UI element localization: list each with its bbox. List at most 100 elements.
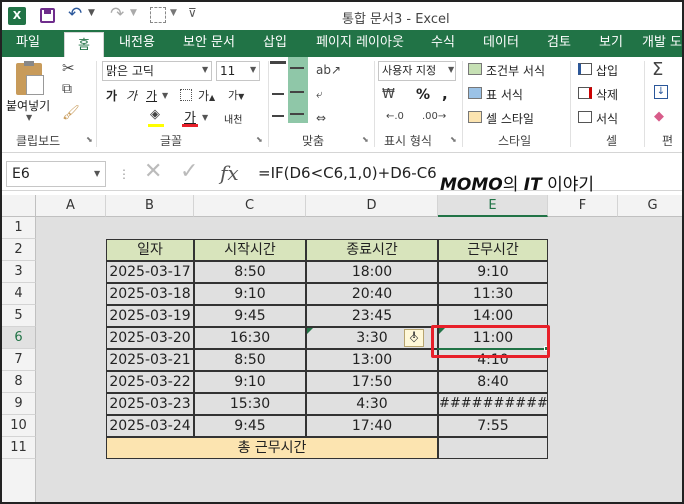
indent-icon[interactable]: [272, 115, 284, 117]
percent-button[interactable]: %: [416, 87, 430, 103]
table-cell[interactable]: 2025-03-21: [106, 349, 194, 371]
table-cell[interactable]: 2025-03-17: [106, 261, 194, 283]
conditional-format-icon[interactable]: [468, 63, 482, 75]
column-header-e[interactable]: E: [438, 195, 548, 217]
fill-color-icon[interactable]: ◈: [150, 107, 160, 122]
table-cell[interactable]: 8:40: [438, 371, 548, 393]
alignment-launcher-icon[interactable]: ⬊: [362, 135, 369, 144]
row-header-4[interactable]: 4: [2, 283, 36, 305]
table-cell[interactable]: 9:10: [438, 261, 548, 283]
table-cell[interactable]: 4:30: [306, 393, 438, 415]
currency-icon[interactable]: ₩: [382, 87, 395, 102]
row-header-10[interactable]: 10: [2, 415, 36, 437]
table-cell[interactable]: 2025-03-18: [106, 283, 194, 305]
row-header-5[interactable]: 5: [2, 305, 36, 327]
table-cell[interactable]: 8:50: [194, 261, 306, 283]
save-icon[interactable]: [40, 8, 55, 23]
insert-cells-button[interactable]: 삽입: [596, 62, 618, 79]
format-cells-button[interactable]: 서식: [596, 110, 618, 127]
tab-formulas[interactable]: 수식: [422, 30, 464, 57]
column-header-a[interactable]: A: [36, 195, 106, 217]
font-name-dropdown-icon[interactable]: ▼: [202, 65, 208, 74]
orientation-icon[interactable]: ab↗: [316, 63, 341, 77]
font-size-dropdown-icon[interactable]: ▼: [250, 65, 256, 74]
autosum-icon[interactable]: Σ: [652, 59, 663, 80]
column-header-d[interactable]: D: [306, 195, 438, 217]
table-cell[interactable]: 23:45: [306, 305, 438, 327]
table-cell[interactable]: 17:40: [306, 415, 438, 437]
table-cell[interactable]: 11:30: [438, 283, 548, 305]
insert-cells-icon[interactable]: [578, 63, 592, 75]
total-value-cell[interactable]: [438, 437, 548, 459]
decrease-font-icon[interactable]: 가▼: [228, 87, 244, 103]
wrap-text-icon[interactable]: ⤶: [316, 87, 323, 102]
row-header-6[interactable]: 6: [2, 327, 36, 349]
table-cell[interactable]: 13:00: [306, 349, 438, 371]
row-header-8[interactable]: 8: [2, 371, 36, 393]
cancel-icon[interactable]: ✕: [144, 159, 162, 184]
header-date[interactable]: 일자: [106, 239, 194, 261]
table-cell[interactable]: 15:30: [194, 393, 306, 415]
formula-input[interactable]: =IF(D6<C6,1,0)+D6-C6: [258, 164, 437, 182]
formula-bar-splitter-icon[interactable]: ⋮: [118, 167, 130, 181]
column-header-b[interactable]: B: [106, 195, 194, 217]
table-cell[interactable]: 9:45: [194, 415, 306, 437]
italic-button[interactable]: 가: [126, 87, 137, 104]
table-cell[interactable]: 20:40: [306, 283, 438, 305]
redo-icon[interactable]: ↷: [110, 4, 124, 24]
column-header-c[interactable]: C: [194, 195, 306, 217]
clipboard-launcher-icon[interactable]: ⬊: [86, 135, 93, 144]
row-header-9[interactable]: 9: [2, 393, 36, 415]
delete-cells-icon[interactable]: [578, 87, 592, 99]
tab-home[interactable]: 홈: [64, 32, 104, 57]
underline-dropdown-icon[interactable]: ▼: [162, 91, 168, 100]
bold-button[interactable]: 가: [106, 87, 117, 104]
table-cell[interactable]: 9:45: [194, 305, 306, 327]
undo-dropdown-icon[interactable]: ▼: [88, 8, 95, 18]
select-objects-icon[interactable]: [150, 7, 166, 23]
tab-data[interactable]: 데이터: [476, 30, 526, 57]
copy-icon[interactable]: ⧉: [62, 81, 72, 97]
table-cell[interactable]: 17:50: [306, 371, 438, 393]
cell-styles-icon[interactable]: [468, 111, 482, 123]
name-box[interactable]: E6: [6, 161, 106, 187]
increase-decimal-icon[interactable]: ←.0: [386, 111, 404, 122]
select-dropdown-icon[interactable]: ▼: [170, 8, 177, 18]
tab-page-layout[interactable]: 페이지 레이아웃: [306, 30, 414, 57]
table-cell[interactable]: 18:00: [306, 261, 438, 283]
customize-qat-icon[interactable]: ⊽: [188, 6, 197, 20]
font-launcher-icon[interactable]: ⬊: [256, 135, 263, 144]
table-cell[interactable]: 9:10: [194, 283, 306, 305]
redo-dropdown-icon[interactable]: ▼: [130, 8, 137, 18]
paste-icon[interactable]: [16, 61, 44, 95]
tab-file[interactable]: 파일: [6, 30, 50, 57]
total-label-cell[interactable]: 총 근무시간: [106, 437, 438, 459]
row-header-7[interactable]: 7: [2, 349, 36, 371]
cell-styles-button[interactable]: 셀 스타일: [486, 110, 534, 127]
number-format-dropdown-icon[interactable]: ▼: [448, 65, 454, 74]
borders-icon[interactable]: [180, 89, 192, 101]
table-cell[interactable]: 2025-03-19: [106, 305, 194, 327]
header-start[interactable]: 시작시간: [194, 239, 306, 261]
table-cell[interactable]: 2025-03-20: [106, 327, 194, 349]
number-launcher-icon[interactable]: ⬊: [450, 135, 457, 144]
fill-icon[interactable]: ↓: [654, 85, 668, 99]
underline-button[interactable]: 가: [146, 87, 157, 104]
name-box-dropdown-icon[interactable]: ▼: [94, 169, 100, 178]
align-top-icon[interactable]: [270, 61, 286, 77]
header-end[interactable]: 종료시간: [306, 239, 438, 261]
format-as-table-button[interactable]: 표 서식: [486, 86, 523, 103]
row-header-3[interactable]: 3: [2, 261, 36, 283]
table-format-icon[interactable]: [468, 87, 482, 99]
table-cell[interactable]: ###########: [438, 393, 548, 415]
tab-personal[interactable]: 내전용: [110, 30, 164, 57]
delete-cells-button[interactable]: 삭제: [596, 86, 618, 103]
select-all-corner[interactable]: [2, 195, 36, 217]
tab-security-docs[interactable]: 보안 문서: [174, 30, 244, 57]
excel-icon[interactable]: X: [8, 7, 26, 25]
insert-function-icon[interactable]: fx: [220, 161, 239, 185]
column-header-g[interactable]: G: [618, 195, 682, 217]
conditional-format-button[interactable]: 조건부 서식: [486, 62, 545, 79]
undo-icon[interactable]: ↶: [68, 4, 82, 24]
table-cell[interactable]: 8:50: [194, 349, 306, 371]
